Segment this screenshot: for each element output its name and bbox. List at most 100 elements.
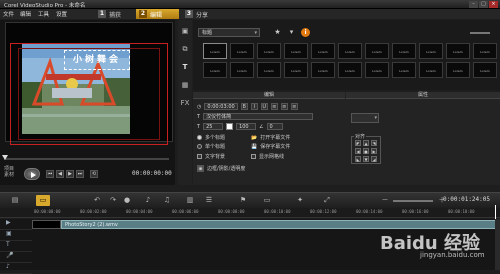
menu-tools[interactable]: 工具 xyxy=(38,10,49,18)
record-capture-icon[interactable]: ● xyxy=(120,195,134,206)
open-subtitle-label[interactable]: 打开字幕文件 xyxy=(260,134,290,141)
info-icon[interactable]: i xyxy=(301,28,310,37)
chapter-icon[interactable]: ⚑ xyxy=(236,195,250,206)
menu-edit[interactable]: 编辑 xyxy=(20,10,31,18)
title-thumbnail[interactable]: Lorem xyxy=(365,43,389,59)
title-thumbnail[interactable]: Lorem xyxy=(257,62,281,78)
align-bottom-button[interactable]: ▼ xyxy=(363,156,369,162)
close-button[interactable]: × xyxy=(489,1,498,8)
prev-frame-button[interactable]: ◀ xyxy=(56,170,64,178)
tab-capture[interactable]: 1 捕获 xyxy=(95,9,135,19)
filter-icon[interactable]: FX xyxy=(180,98,190,108)
font-color-swatch[interactable] xyxy=(226,123,234,130)
title-thumbnail[interactable]: Lorem xyxy=(311,62,335,78)
border-shadow-label[interactable]: 边框/阴影/透明度 xyxy=(207,165,245,172)
next-frame-button[interactable]: ▶ xyxy=(66,170,74,178)
music-track-header[interactable]: ♪ xyxy=(0,263,32,274)
sound-mixer-icon[interactable]: ♪ xyxy=(141,195,155,206)
align-left-button[interactable]: ◀ xyxy=(355,148,361,154)
align-right-button[interactable]: ▶ xyxy=(371,148,377,154)
title-thumbnail[interactable]: Lorem xyxy=(419,62,443,78)
title-thumbnail[interactable]: Lorem xyxy=(230,43,254,59)
save-subtitle-icon[interactable]: 💾 xyxy=(251,144,257,150)
transition-icon[interactable]: ⧉ xyxy=(180,44,190,54)
dropdown-arrow-icon[interactable]: ▾ xyxy=(287,28,296,37)
align-top-left-button[interactable]: ◤ xyxy=(355,140,361,146)
title-thumbnail[interactable]: Lorem xyxy=(230,62,254,78)
tab-edit-options[interactable]: 编辑 xyxy=(193,92,345,99)
underline-button[interactable]: U xyxy=(260,103,268,110)
open-subtitle-icon[interactable]: 📂 xyxy=(251,135,257,141)
redo-icon[interactable]: ↷ xyxy=(106,195,120,206)
align-right-button[interactable]: ≡ xyxy=(290,103,298,110)
star-icon[interactable]: ★ xyxy=(273,28,282,37)
play-button[interactable] xyxy=(24,168,40,180)
storyboard-view-icon[interactable]: ▤ xyxy=(8,195,22,206)
align-top-right-button[interactable]: ◥ xyxy=(371,140,377,146)
scrubber-handle[interactable] xyxy=(2,155,8,160)
thumbnail-size-slider[interactable] xyxy=(470,32,490,34)
graphic-icon[interactable]: ▦ xyxy=(180,80,190,90)
tab-edit[interactable]: 2 编辑 xyxy=(136,9,179,19)
title-thumbnail[interactable]: Lorem xyxy=(419,43,443,59)
subtitle-icon[interactable]: ▭ xyxy=(260,195,274,206)
title-thumbnail[interactable]: Lorem xyxy=(284,43,308,59)
align-center-button[interactable]: ● xyxy=(363,148,369,154)
start-button[interactable]: ⏮ xyxy=(46,170,54,178)
overlay-track-header[interactable]: ▣ xyxy=(0,230,32,241)
title-icon[interactable]: T xyxy=(180,62,190,72)
title-thumbnail[interactable]: Lorem xyxy=(446,43,470,59)
title-thumbnail[interactable]: Lorem xyxy=(338,43,362,59)
title-thumbnail[interactable]: Lorem xyxy=(446,62,470,78)
timeline-view-icon[interactable]: ▭ xyxy=(36,195,50,206)
video-track-header[interactable]: ▶ xyxy=(0,219,32,230)
tab-attributes[interactable]: 属性 xyxy=(346,92,500,99)
single-title-radio[interactable] xyxy=(197,144,202,149)
title-style-dropdown[interactable] xyxy=(351,113,379,123)
clip-mode-label[interactable]: 素材 xyxy=(4,172,14,178)
align-left-button[interactable]: ≡ xyxy=(270,103,278,110)
timeline-scrollbar[interactable] xyxy=(495,219,500,270)
title-thumbnail[interactable]: Lorem xyxy=(203,43,227,59)
maximize-button[interactable]: □ xyxy=(479,1,488,8)
title-thumbnail[interactable]: Lorem xyxy=(203,62,227,78)
font-select[interactable]: 汉仪竹体简 xyxy=(203,113,314,120)
timeline-ruler[interactable]: 00:00:00:00 00:00:02:00 00:00:04:00 00:00:0… xyxy=(0,208,500,218)
title-thumbnail[interactable]: Lorem xyxy=(257,43,281,59)
track-manager-icon[interactable]: ☰ xyxy=(202,195,216,206)
split-screen-icon[interactable]: ▥ xyxy=(183,195,197,206)
zoom-out-icon[interactable]: － xyxy=(378,195,392,206)
text-background-checkbox[interactable] xyxy=(197,154,202,159)
motion-icon[interactable]: ✦ xyxy=(293,195,307,206)
bold-button[interactable]: B xyxy=(240,103,248,110)
title-thumbnail[interactable]: Lorem xyxy=(473,43,497,59)
save-subtitle-label[interactable]: 保存字幕文件 xyxy=(260,143,290,150)
tab-share[interactable]: 3 分享 xyxy=(182,9,222,19)
minimize-button[interactable]: – xyxy=(469,1,478,8)
multi-title-radio[interactable] xyxy=(197,135,202,140)
title-thumbnail[interactable]: Lorem xyxy=(392,62,416,78)
voice-track-header[interactable]: 🎤 xyxy=(0,252,32,263)
end-button[interactable]: ⏭ xyxy=(76,170,84,178)
title-track-header[interactable]: T xyxy=(0,241,32,252)
title-thumbnail[interactable]: Lorem xyxy=(365,62,389,78)
title-thumbnail[interactable]: Lorem xyxy=(392,43,416,59)
grid-lines-checkbox[interactable] xyxy=(251,154,257,159)
preview-scrubber[interactable] xyxy=(4,158,169,160)
timeline-zoom-slider[interactable] xyxy=(393,200,433,202)
media-icon[interactable]: ▣ xyxy=(180,26,190,36)
align-center-button[interactable]: ≡ xyxy=(280,103,288,110)
menu-settings[interactable]: 设置 xyxy=(56,10,67,18)
repeat-button[interactable]: ⟲ xyxy=(90,170,98,178)
angle-field[interactable]: 0 xyxy=(266,123,283,130)
align-bottom-left-button[interactable]: ◣ xyxy=(355,156,361,162)
align-bottom-right-button[interactable]: ◢ xyxy=(371,156,377,162)
undo-icon[interactable]: ↶ xyxy=(90,195,104,206)
title-thumbnail[interactable]: Lorem xyxy=(284,62,308,78)
title-thumbnail[interactable]: Lorem xyxy=(311,43,335,59)
border-shadow-button[interactable]: ▣ xyxy=(197,165,204,172)
align-top-button[interactable]: ▲ xyxy=(363,140,369,146)
title-overlay-text[interactable]: 小树舞会 xyxy=(64,50,130,70)
italic-button[interactable]: I xyxy=(250,103,258,110)
menu-file[interactable]: 文件 xyxy=(3,10,14,18)
